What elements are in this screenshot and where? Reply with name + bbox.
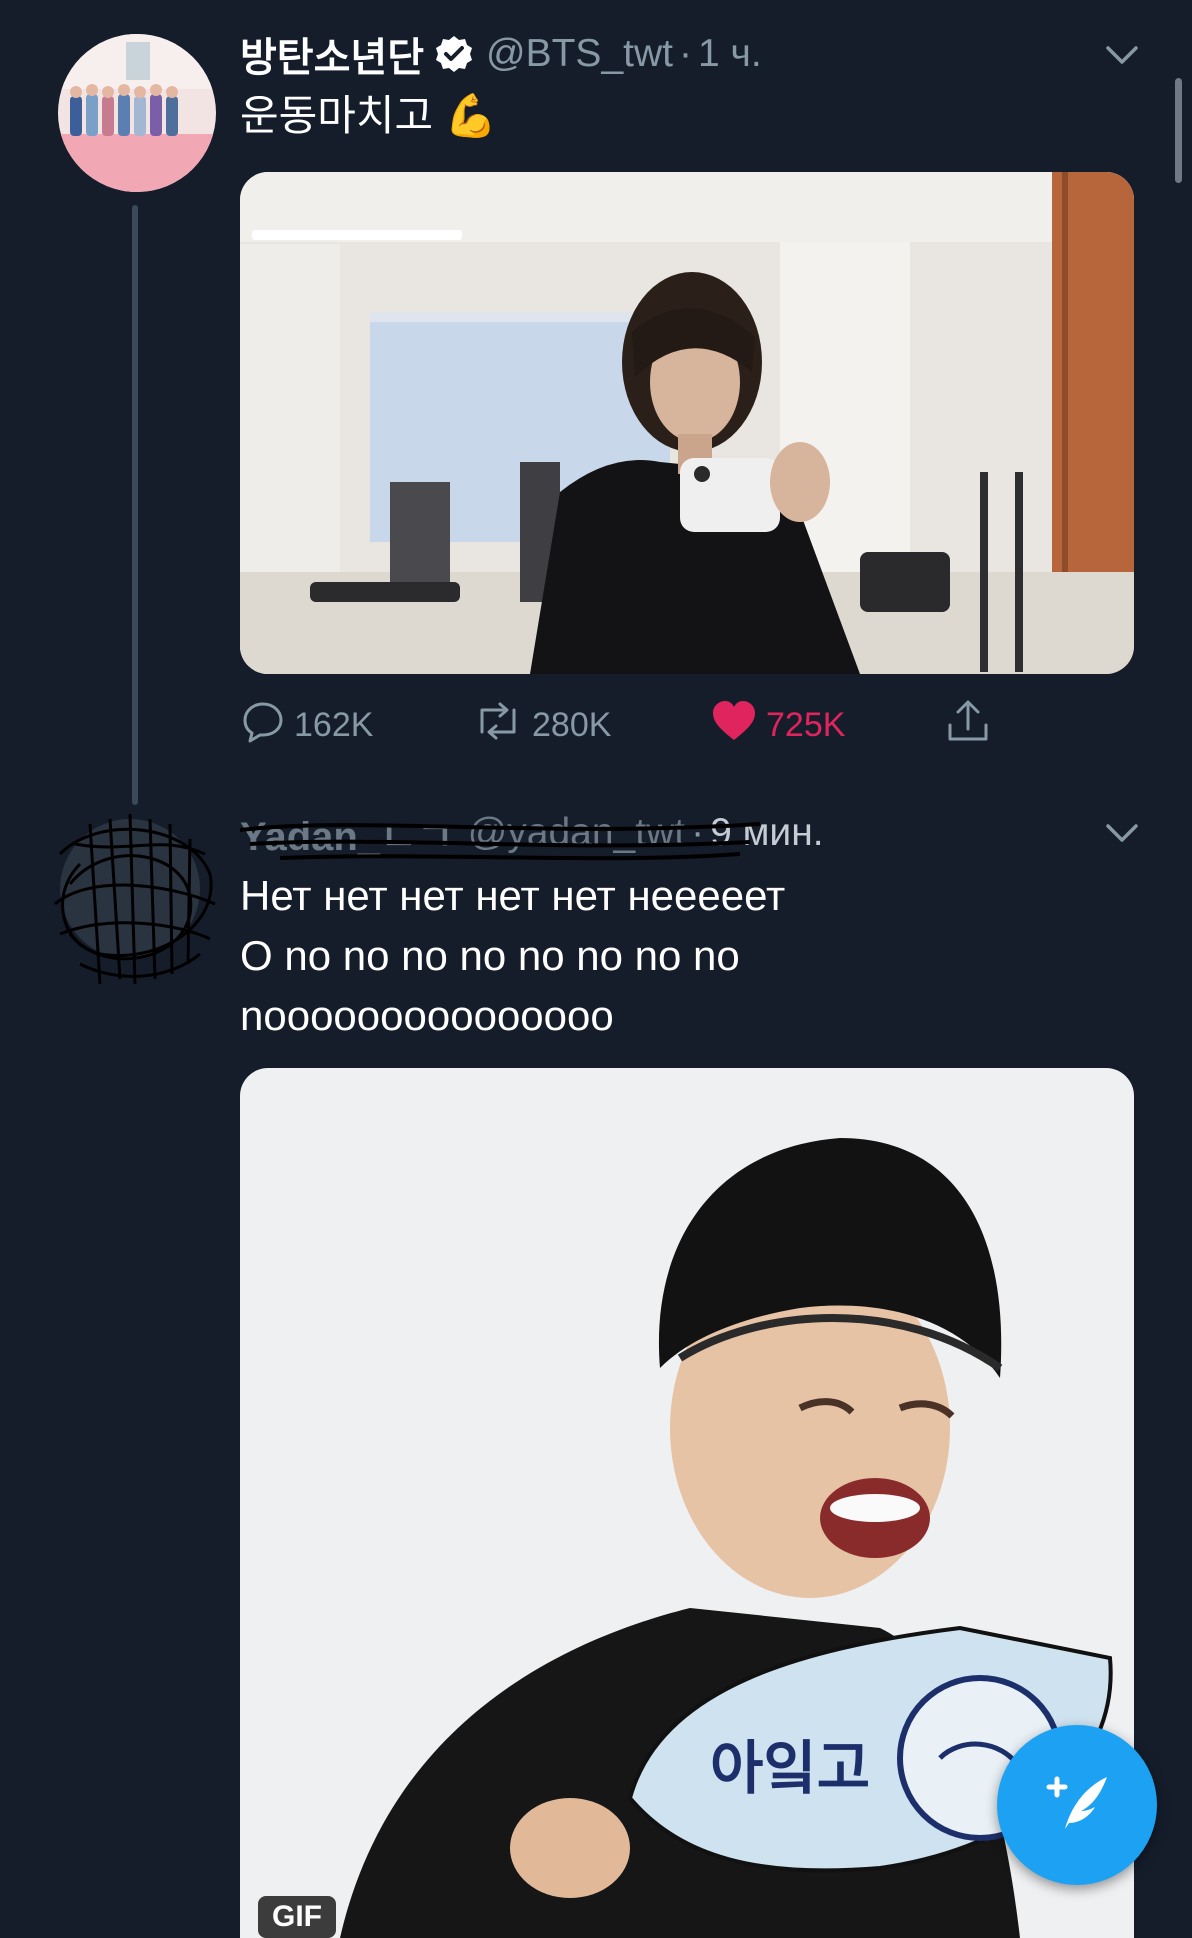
- reply-button[interactable]: 162K: [240, 695, 373, 755]
- chevron-down-icon[interactable]: [1102, 34, 1142, 74]
- sticker-text: 아잌고: [710, 1734, 870, 1802]
- separator: ·: [678, 32, 692, 75]
- like-count: 725K: [766, 705, 846, 744]
- avatar-scribbled[interactable]: [54, 812, 216, 985]
- reply-text-line: O no no no no no no no no: [240, 932, 740, 979]
- heart-icon: [710, 698, 766, 753]
- like-button[interactable]: 725K: [710, 695, 845, 755]
- name-scribble: [240, 822, 760, 861]
- compose-tweet-button[interactable]: [997, 1725, 1157, 1885]
- reply-text-line: Нет нет нет нет нет неееeет: [240, 872, 786, 919]
- reply-chevron-down-icon[interactable]: [1102, 812, 1142, 852]
- share-button[interactable]: [944, 695, 1000, 755]
- tweet-header: 방탄소년단 @BTS_twt · 1 ч.: [240, 24, 762, 84]
- thread-line: [132, 205, 138, 805]
- handle[interactable]: @BTS_twt: [486, 32, 673, 76]
- tweet-text: 운동마치고 💪: [240, 92, 498, 139]
- timestamp[interactable]: 1 ч.: [698, 32, 762, 76]
- compose-tweet-icon: [1037, 1763, 1117, 1848]
- tweet-photo[interactable]: [240, 172, 1134, 674]
- retweet-count: 280K: [532, 705, 612, 744]
- gif-badge: GIF: [258, 1896, 336, 1938]
- display-name[interactable]: 방탄소년단: [240, 25, 424, 83]
- reply-count: 162K: [294, 705, 374, 744]
- avatar[interactable]: [58, 34, 216, 192]
- share-icon: [944, 697, 1000, 754]
- scrollbar[interactable]: [1175, 78, 1182, 183]
- retweet-button[interactable]: 280K: [472, 695, 611, 755]
- reply-icon: [240, 698, 294, 753]
- retweet-icon: [472, 698, 532, 753]
- reply-text-line: nooooooooooooooo: [240, 992, 614, 1039]
- verified-badge-icon: [434, 34, 474, 74]
